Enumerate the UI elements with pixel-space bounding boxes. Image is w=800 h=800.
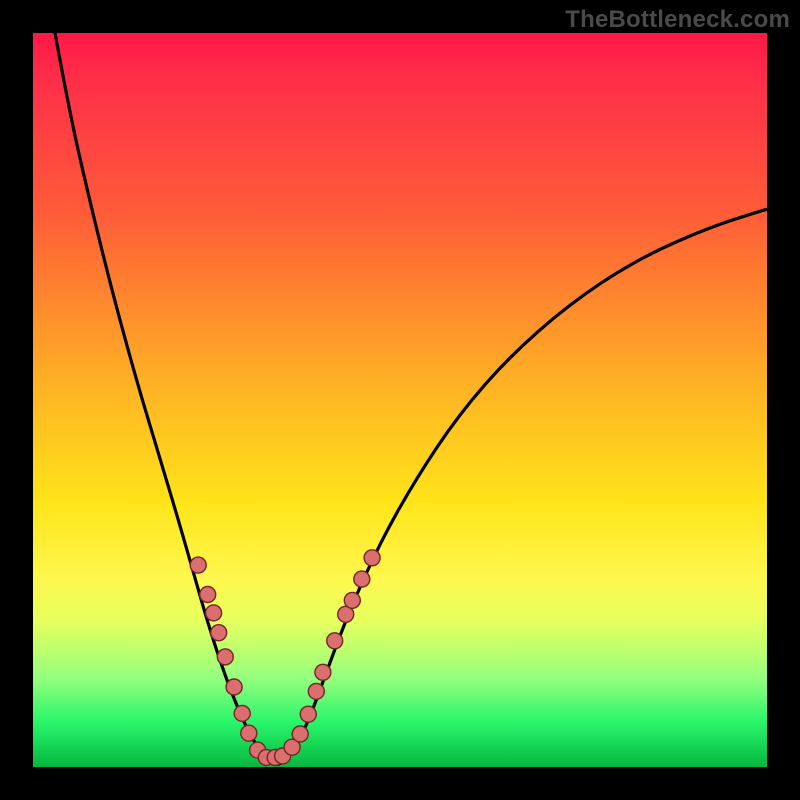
watermark-text: TheBottleneck.com bbox=[565, 6, 790, 34]
chart-frame: TheBottleneck.com bbox=[0, 0, 800, 800]
curve-marker bbox=[211, 625, 227, 641]
curve-marker bbox=[226, 679, 242, 695]
curve-marker bbox=[292, 726, 308, 742]
curve-marker bbox=[250, 742, 266, 758]
curve-marker bbox=[338, 606, 354, 622]
curve-marker bbox=[267, 750, 283, 766]
curve-marker bbox=[217, 649, 233, 665]
plot-area bbox=[33, 33, 767, 767]
curve-marker bbox=[234, 705, 250, 721]
curve-marker bbox=[308, 683, 324, 699]
curve-marker bbox=[200, 587, 216, 603]
curve-marker bbox=[300, 706, 316, 722]
curve-marker bbox=[284, 739, 300, 755]
curve-marker bbox=[327, 633, 343, 649]
curve-marker bbox=[315, 664, 331, 680]
curve-svg bbox=[33, 33, 767, 767]
curve-marker bbox=[354, 571, 370, 587]
bottleneck-curve bbox=[55, 33, 767, 765]
curve-marker bbox=[344, 592, 360, 608]
curve-marker bbox=[364, 550, 380, 566]
curve-marker bbox=[275, 748, 291, 764]
marker-group bbox=[190, 550, 380, 766]
curve-marker bbox=[258, 750, 274, 766]
curve-marker bbox=[206, 605, 222, 621]
curve-marker bbox=[241, 725, 257, 741]
curve-marker bbox=[190, 557, 206, 573]
